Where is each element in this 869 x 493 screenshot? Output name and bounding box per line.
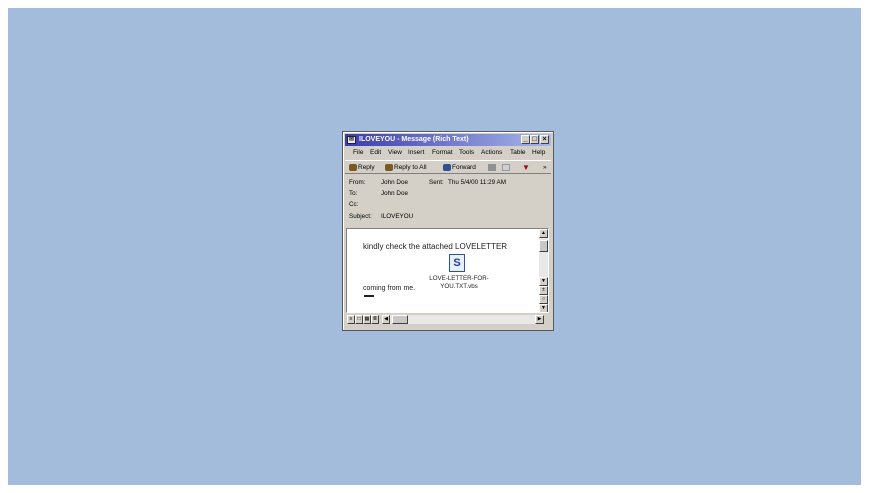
vertical-scrollbar[interactable]: ▲ ▼ ± ○ ▼ [539,229,548,312]
scroll-down-button[interactable]: ▼ [539,277,548,286]
scroll-right-button[interactable]: ▶ [535,315,544,324]
close-button[interactable]: × [540,135,549,144]
scroll-left-button[interactable]: ◀ [382,315,390,324]
menu-tools[interactable]: Tools [459,147,474,159]
window-title: ILOVEYOU - Message (Rich Text) [359,136,469,143]
reply-all-button[interactable]: Reply to All [385,161,427,175]
from-value: John Doe [381,179,408,186]
desktop-background: ✉ ILOVEYOU - Message (Rich Text) _ □ × F… [8,8,861,485]
menu-actions[interactable]: Actions [481,147,502,159]
closing-text: coming from me. [363,285,416,292]
previous-item-button[interactable]: ± [539,286,548,295]
scroll-up-button[interactable]: ▲ [539,229,548,238]
reply-icon [349,163,357,171]
scroll-thumb[interactable] [539,240,548,252]
text-cursor [364,295,374,297]
menu-help[interactable]: Help [532,147,545,159]
menu-table[interactable]: Table [510,147,526,159]
menu-format[interactable]: Format [432,147,453,159]
next-item-button[interactable]: ▼ [539,304,548,312]
from-label: From: [349,179,366,186]
reply-all-icon [385,163,393,171]
menu-view[interactable]: View [388,147,402,159]
view-bar: ≡ □ ▦ ≣ ◀ ▶ [346,314,549,326]
to-label: To: [349,190,358,197]
menu-file[interactable]: File [353,147,363,159]
message-headers: From: John Doe Sent: Thu 5/4/00 11:29 AM… [345,176,551,226]
cc-label: Cc: [349,201,359,208]
title-bar[interactable]: ✉ ILOVEYOU - Message (Rich Text) _ □ × [345,134,551,146]
attachment-name[interactable]: LOVE-LETTER-FOR-YOU.TXT.vbs [425,275,493,291]
toolbar-overflow[interactable]: » [543,161,547,175]
message-body[interactable]: kindly check the attached LOVELETTER S L… [346,228,549,313]
flag-icon[interactable]: ▼ [522,161,530,175]
delete-button[interactable] [502,161,511,175]
sent-label: Sent: [429,179,444,186]
toolbar: Reply Reply to All Forward ▼ » [345,160,551,174]
sent-value: Thu 5/4/00 11:29 AM [448,179,506,186]
web-layout-button[interactable]: □ [355,315,363,324]
menu-insert[interactable]: Insert [408,147,424,159]
normal-view-button[interactable]: ≡ [347,315,355,324]
minimize-button[interactable]: _ [521,135,530,144]
vbs-file-icon[interactable]: S [449,254,465,272]
print-layout-button[interactable]: ▦ [363,315,371,324]
menu-bar: File Edit View Insert Format Tools Actio… [345,147,551,159]
envelope-icon: ✉ [347,136,356,144]
print-icon [488,163,496,171]
to-value: John Doe [381,190,408,197]
menu-edit[interactable]: Edit [370,147,381,159]
subject-value: ILOVEYOU [381,213,414,220]
message-window[interactable]: ✉ ILOVEYOU - Message (Rich Text) _ □ × F… [342,131,554,331]
outline-view-button[interactable]: ≣ [371,315,379,324]
forward-button[interactable]: Forward [443,161,476,175]
body-text: kindly check the attached LOVELETTER [363,242,508,251]
select-browse-object-button[interactable]: ○ [539,295,548,304]
delete-icon [502,163,510,171]
subject-label: Subject: [349,213,372,220]
maximize-button[interactable]: □ [530,135,539,144]
print-button[interactable] [488,161,497,175]
horizontal-scroll-thumb[interactable] [392,315,408,324]
horizontal-scrollbar[interactable]: ◀ ▶ [382,315,544,324]
reply-button[interactable]: Reply [349,161,375,175]
forward-icon [443,163,451,171]
